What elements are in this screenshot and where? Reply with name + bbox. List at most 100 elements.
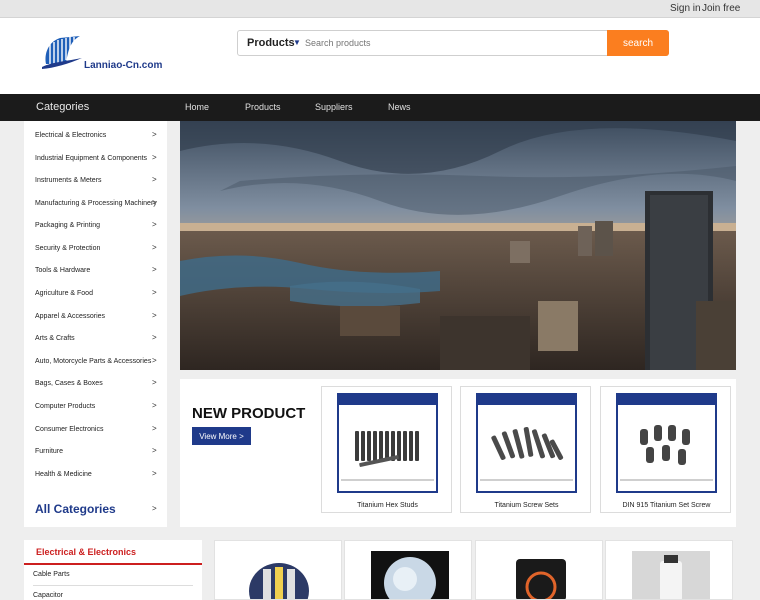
header: Lanniao-Cn.com Products ▼ search <box>0 18 760 94</box>
category-item[interactable]: Packaging & Printing > <box>24 215 167 237</box>
chevron-right-icon: > <box>152 401 157 410</box>
product-card[interactable]: Titanium Screw Sets <box>460 386 591 513</box>
category-item[interactable]: Apparel & Accessories > <box>24 306 167 328</box>
category-label: Agriculture & Food <box>35 290 93 297</box>
product-thumbnail[interactable] <box>344 540 472 600</box>
product-image <box>337 393 438 493</box>
all-categories-label: All Categories <box>35 502 116 516</box>
product-card[interactable]: Titanium Hex Studs <box>321 386 452 513</box>
new-product-section: NEW PRODUCT View More > Titanium Hex Stu… <box>180 379 736 527</box>
subcategory-link[interactable]: Capacitor <box>33 592 63 599</box>
subcategory-link[interactable]: Cable Parts <box>33 571 70 578</box>
category-label: Electrical & Electronics <box>35 132 107 139</box>
logo-text: Lanniao-Cn.com <box>84 60 163 71</box>
hex-studs-image <box>339 395 436 481</box>
caret-down-icon[interactable]: ▼ <box>293 38 301 47</box>
chevron-right-icon: > <box>152 469 157 478</box>
search-input[interactable] <box>305 34 605 52</box>
join-free-link[interactable]: Join free <box>702 3 740 14</box>
category-item[interactable]: Agriculture & Food > <box>24 283 167 305</box>
chevron-right-icon: > <box>152 243 157 252</box>
category-label: Furniture <box>35 448 64 455</box>
chevron-right-icon: > <box>152 198 157 207</box>
category-label: Industrial Equipment & Components <box>35 155 148 162</box>
product-image <box>632 551 710 599</box>
set-screw-image <box>618 395 715 481</box>
category-label: Packaging & Printing <box>35 222 100 229</box>
divider <box>24 563 202 565</box>
category-item[interactable]: Health & Medicine > <box>24 464 167 486</box>
top-bar: Sign in Join free <box>0 0 760 18</box>
chevron-right-icon: > <box>152 265 157 274</box>
sign-in-link[interactable]: Sign in <box>670 3 701 14</box>
screw-sets-image <box>478 395 575 481</box>
chevron-right-icon: > <box>152 446 157 455</box>
chevron-right-icon: > <box>152 504 157 513</box>
category-panel: Electrical & Electronics Cable Parts Cap… <box>24 540 202 600</box>
search-bar: Products ▼ search <box>237 30 669 56</box>
category-item[interactable]: Manufacturing & Processing Machinery > <box>24 193 167 215</box>
category-label: Computer Products <box>35 403 96 410</box>
chevron-right-icon: > <box>152 333 157 342</box>
category-item[interactable]: Industrial Equipment & Components > <box>24 148 167 170</box>
product-card[interactable]: DIN 915 Titanium Set Screw <box>600 386 731 513</box>
chevron-right-icon: > <box>152 288 157 297</box>
product-image <box>516 559 566 599</box>
category-item[interactable]: Security & Protection > <box>24 238 167 260</box>
category-item[interactable]: Tools & Hardware > <box>24 260 167 282</box>
product-thumbnail[interactable] <box>214 540 342 600</box>
category-label: Tools & Hardware <box>35 267 91 274</box>
category-panel-title[interactable]: Electrical & Electronics <box>36 547 136 557</box>
category-item[interactable]: Furniture > <box>24 441 167 463</box>
category-label: Consumer Electronics <box>35 426 104 433</box>
category-item[interactable]: Arts & Crafts > <box>24 328 167 350</box>
category-label: Health & Medicine <box>35 471 92 478</box>
category-item[interactable]: Instruments & Meters > <box>24 170 167 192</box>
category-label: Apparel & Accessories <box>35 313 106 320</box>
nav-categories-label[interactable]: Categories <box>36 101 89 113</box>
hero-banner[interactable] <box>180 121 736 370</box>
chevron-right-icon: > <box>152 153 157 162</box>
category-label: Arts & Crafts <box>35 335 75 342</box>
divider <box>33 585 193 586</box>
main-nav: Categories Home Products Suppliers News <box>0 94 760 121</box>
chevron-right-icon: > <box>152 424 157 433</box>
view-more-button[interactable]: View More > <box>192 427 251 445</box>
nav-home[interactable]: Home <box>185 102 209 112</box>
chevron-right-icon: > <box>152 378 157 387</box>
nav-suppliers[interactable]: Suppliers <box>315 102 353 112</box>
category-label: Manufacturing & Processing Machinery <box>35 200 157 207</box>
category-item[interactable]: Bags, Cases & Boxes > <box>24 373 167 395</box>
globe-stripes-icon <box>42 36 82 69</box>
product-image <box>476 393 577 493</box>
chevron-right-icon: > <box>152 130 157 139</box>
category-label: Security & Protection <box>35 245 101 252</box>
chevron-right-icon: > <box>152 220 157 229</box>
product-thumbnail[interactable] <box>475 540 603 600</box>
chevron-right-icon: > <box>152 175 157 184</box>
product-name: DIN 915 Titanium Set Screw <box>622 502 711 509</box>
nav-products[interactable]: Products <box>245 102 281 112</box>
category-item[interactable]: Electrical & Electronics > <box>24 125 167 147</box>
city-skyline-image <box>180 121 736 370</box>
category-item[interactable]: Consumer Electronics > <box>24 419 167 441</box>
site-logo[interactable]: Lanniao-Cn.com <box>42 34 162 72</box>
category-label: Bags, Cases & Boxes <box>35 380 103 387</box>
category-label: Instruments & Meters <box>35 177 102 184</box>
new-product-title: NEW PRODUCT <box>192 405 306 422</box>
category-item[interactable]: Auto, Motorcycle Parts & Accessories > <box>24 351 167 373</box>
search-category-select[interactable]: Products <box>247 37 295 49</box>
category-sidebar: Electrical & Electronics > Industrial Equ… <box>24 121 167 527</box>
category-item[interactable]: Computer Products > <box>24 396 167 418</box>
category-label: Auto, Motorcycle Parts & Accessories <box>35 358 152 365</box>
product-name: Titanium Screw Sets <box>494 502 559 509</box>
nav-news[interactable]: News <box>388 102 411 112</box>
product-image <box>616 393 717 493</box>
product-image <box>371 551 449 599</box>
all-categories-link[interactable]: All Categories > <box>24 497 167 521</box>
chevron-right-icon: > <box>152 356 157 365</box>
search-button[interactable]: search <box>607 30 669 56</box>
chevron-right-icon: > <box>152 311 157 320</box>
product-thumbnail[interactable] <box>605 540 733 600</box>
product-image <box>249 563 309 599</box>
